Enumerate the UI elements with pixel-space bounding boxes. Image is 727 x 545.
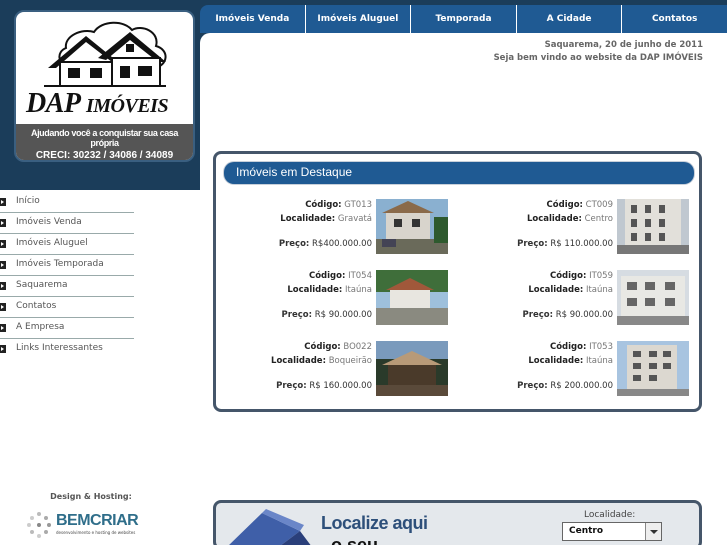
house-logo-icon (44, 21, 167, 87)
property-info: Código: IT054 Localidade: Itaúna (287, 271, 372, 295)
property-price: Preço: R$ 200.000.00 (517, 381, 613, 391)
welcome-text: Seja bem vindo ao website da DAP IMÓVEIS (493, 53, 703, 63)
arrow-right-icon (0, 303, 6, 311)
property-info: Código: IT053 Localidade: Itaúna (528, 342, 613, 366)
menu-item-saquarema[interactable]: Saquarema (0, 277, 134, 297)
property-price: Preço: R$ 90.000.00 (522, 310, 613, 320)
localize-banner: Localize aqui o seu Localidade: Centro (213, 500, 702, 545)
menu-item-contatos[interactable]: Contatos (0, 298, 134, 318)
menu-item-links[interactable]: Links Interessantes (0, 340, 134, 360)
arrow-right-icon (0, 324, 6, 332)
menu-item-imoveis-aluguel[interactable]: Imóveis Aluguel (0, 235, 134, 255)
nav-temporada[interactable]: Temporada (411, 5, 517, 33)
arrow-right-icon (0, 240, 6, 248)
menu-item-imoveis-venda[interactable]: Imóveis Venda (0, 214, 134, 234)
logo-text: DAP IMÓVEIS (26, 88, 169, 119)
property-card[interactable]: Código: IT053 Localidade: Itaúna Preço: R… (464, 341, 689, 398)
bemcriar-dots-icon (27, 512, 51, 538)
property-photo[interactable] (617, 341, 689, 396)
property-info: Código: GT013 Localidade: Gravatá (280, 200, 372, 224)
arrow-right-icon (0, 345, 6, 353)
house-3d-icon (229, 509, 311, 545)
nav-imoveis-venda[interactable]: Imóveis Venda (200, 5, 306, 33)
nav-contatos[interactable]: Contatos (622, 5, 727, 33)
property-photo[interactable] (376, 270, 448, 325)
menu-item-a-empresa[interactable]: A Empresa (0, 319, 134, 339)
localize-title-2: o seu (331, 535, 379, 545)
localize-title: Localize aqui (321, 513, 428, 533)
date-text: Saquarema, 20 de junho de 2011 (544, 40, 703, 50)
menu-item-inicio[interactable]: Início (0, 193, 134, 213)
featured-title: Imóveis em Destaque (236, 165, 353, 179)
chevron-down-icon[interactable] (645, 523, 661, 540)
property-info: Código: BO022 Localidade: Boqueirão (271, 342, 372, 366)
property-photo[interactable] (376, 341, 448, 396)
property-card[interactable]: Código: CT009 Localidade: Centro Preço: R… (464, 199, 689, 256)
property-photo[interactable] (617, 270, 689, 325)
property-card[interactable]: Código: IT054 Localidade: Itaúna Preço: R… (223, 270, 448, 327)
menu-item-imoveis-temporada[interactable]: Imóveis Temporada (0, 256, 134, 276)
property-price: Preço: R$ 160.000.00 (276, 381, 372, 391)
bemcriar-text: BEMCRIAR (56, 512, 139, 529)
arrow-right-icon (0, 261, 6, 269)
property-price: Preço: R$ 90.000.00 (281, 310, 372, 320)
top-nav: Imóveis Venda Imóveis Aluguel Temporada … (200, 5, 727, 33)
nav-imoveis-aluguel[interactable]: Imóveis Aluguel (306, 5, 412, 33)
arrow-right-icon (0, 219, 6, 227)
side-menu: Início Imóveis Venda Imóveis Aluguel Imó… (0, 190, 200, 545)
property-card[interactable]: Código: BO022 Localidade: Boqueirão Preço… (223, 341, 448, 398)
property-photo[interactable] (376, 199, 448, 254)
design-hosting-label: Design & Hosting: (50, 492, 132, 501)
property-price: Preço: R$400.000.00 (278, 239, 372, 249)
property-info: Código: CT009 Localidade: Centro (526, 200, 613, 224)
featured-panel: Imóveis em Destaque Código: GT013 Localid… (213, 151, 702, 412)
logo-creci: CRECI: 30232 / 34086 / 34089 (35, 150, 174, 161)
property-card[interactable]: Código: GT013 Localidade: Gravatá Preço: … (223, 199, 448, 256)
bemcriar-sub: desenvolvimento e hosting de websites (56, 530, 136, 535)
nav-a-cidade[interactable]: A Cidade (517, 5, 623, 33)
bemcriar-logo[interactable]: BEMCRIAR desenvolvimento e hosting de we… (26, 510, 166, 540)
arrow-right-icon (0, 198, 6, 206)
logo-tagline: Ajudando você a conquistar sua casa próp… (30, 128, 179, 148)
logo-footer: Ajudando você a conquistar sua casa próp… (16, 124, 193, 160)
property-photo[interactable] (617, 199, 689, 254)
arrow-right-icon (0, 282, 6, 290)
property-card[interactable]: Código: IT059 Localidade: Itaúna Preço: R… (464, 270, 689, 327)
property-info: Código: IT059 Localidade: Itaúna (528, 271, 613, 295)
localize-label: Localidade: (584, 510, 636, 520)
property-price: Preço: R$ 110.000.00 (517, 239, 613, 249)
featured-title-bar: Imóveis em Destaque (224, 162, 694, 184)
localidade-select[interactable]: Centro (562, 522, 662, 541)
logo[interactable]: DAP IMÓVEIS Ajudando você a conquistar s… (14, 10, 195, 162)
